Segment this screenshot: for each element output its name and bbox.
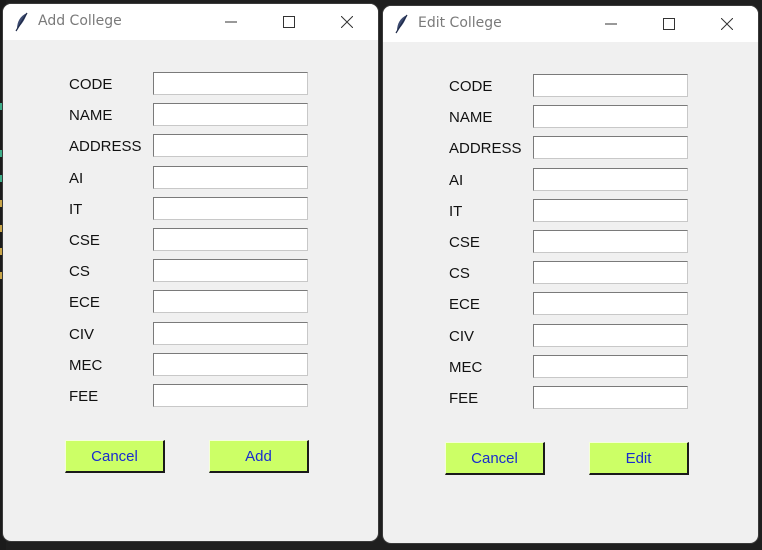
cs-input[interactable] xyxy=(533,261,688,284)
minimize-icon xyxy=(225,21,237,23)
maximize-icon xyxy=(663,18,675,30)
window-title: Add College xyxy=(38,13,122,29)
ai-input[interactable] xyxy=(533,168,688,191)
fee-label: FEE xyxy=(449,390,479,407)
close-icon xyxy=(341,16,353,28)
feather-icon xyxy=(395,14,409,34)
civ-input[interactable] xyxy=(153,322,308,345)
mec-input[interactable] xyxy=(153,353,308,376)
ece-input[interactable] xyxy=(153,290,308,313)
mec-label: MEC xyxy=(69,357,103,374)
code-input[interactable] xyxy=(533,74,688,97)
it-label: IT xyxy=(69,201,83,218)
fee-label: FEE xyxy=(69,388,99,405)
minimize-button[interactable] xyxy=(208,4,254,40)
cs-label: CS xyxy=(69,263,90,280)
ece-label: ECE xyxy=(449,296,480,313)
close-icon xyxy=(721,18,733,30)
address-input[interactable] xyxy=(153,134,308,157)
cancel-button[interactable]: Cancel xyxy=(445,442,545,475)
fee-input[interactable] xyxy=(153,384,308,407)
address-input[interactable] xyxy=(533,136,688,159)
maximize-icon xyxy=(283,16,295,28)
close-button[interactable] xyxy=(704,6,750,42)
ai-label: AI xyxy=(69,170,84,187)
address-label: ADDRESS xyxy=(449,140,522,157)
name-label: NAME xyxy=(449,109,493,126)
ece-label: ECE xyxy=(69,294,100,311)
name-input[interactable] xyxy=(153,103,308,126)
civ-input[interactable] xyxy=(533,324,688,347)
minimize-icon xyxy=(605,23,617,25)
ai-input[interactable] xyxy=(153,166,308,189)
code-input[interactable] xyxy=(153,72,308,95)
cs-input[interactable] xyxy=(153,259,308,282)
add-button[interactable]: Add xyxy=(209,440,309,473)
edit-college-window: Edit College CODE NAME ADDRESS AI IT CSE… xyxy=(383,6,758,543)
address-label: ADDRESS xyxy=(69,138,142,155)
it-input[interactable] xyxy=(153,197,308,220)
it-label: IT xyxy=(449,203,463,220)
close-button[interactable] xyxy=(324,4,370,40)
cse-label: CSE xyxy=(449,234,480,251)
name-input[interactable] xyxy=(533,105,688,128)
civ-label: CIV xyxy=(449,328,475,345)
mec-label: MEC xyxy=(449,359,483,376)
add-college-window: Add College CODE NAME ADDRESS AI IT CSE … xyxy=(3,4,378,541)
ece-input[interactable] xyxy=(533,292,688,315)
fee-input[interactable] xyxy=(533,386,688,409)
mec-input[interactable] xyxy=(533,355,688,378)
code-label: CODE xyxy=(449,78,493,95)
maximize-button[interactable] xyxy=(266,4,312,40)
cs-label: CS xyxy=(449,265,470,282)
name-label: NAME xyxy=(69,107,113,124)
maximize-button[interactable] xyxy=(646,6,692,42)
civ-label: CIV xyxy=(69,326,95,343)
title-bar[interactable]: Edit College xyxy=(383,6,758,42)
edit-button[interactable]: Edit xyxy=(589,442,689,475)
window-title: Edit College xyxy=(418,15,502,31)
minimize-button[interactable] xyxy=(588,6,634,42)
it-input[interactable] xyxy=(533,199,688,222)
feather-icon xyxy=(15,12,29,32)
cse-input[interactable] xyxy=(153,228,308,251)
ai-label: AI xyxy=(449,172,464,189)
code-label: CODE xyxy=(69,76,113,93)
cse-input[interactable] xyxy=(533,230,688,253)
cancel-button[interactable]: Cancel xyxy=(65,440,165,473)
cse-label: CSE xyxy=(69,232,100,249)
title-bar[interactable]: Add College xyxy=(3,4,378,40)
